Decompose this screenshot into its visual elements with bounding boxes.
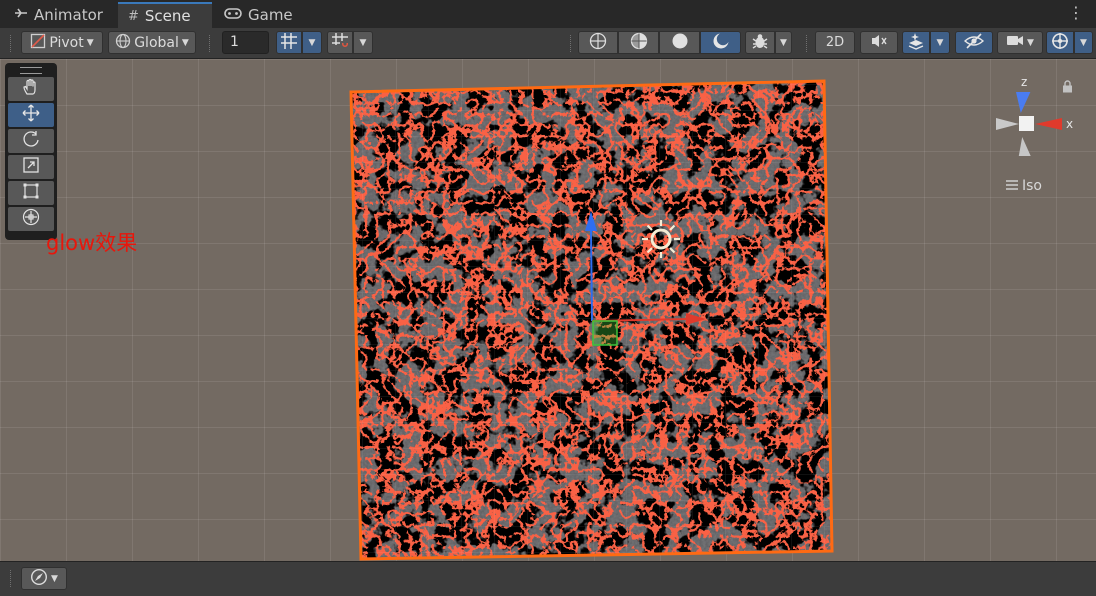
magnet-grid-icon	[331, 32, 349, 54]
hand-tool-button[interactable]	[8, 77, 54, 101]
chevron-down-icon: ▼	[780, 37, 787, 48]
menu-lines-icon	[1006, 178, 1018, 194]
tab-bar: Animator # Scene Game ⋮	[0, 0, 1096, 28]
tab-animator-label: Animator	[34, 6, 103, 24]
eye-crossed-icon	[963, 32, 985, 53]
toolbar-grip[interactable]	[10, 570, 13, 587]
grid-size-input[interactable]: 1	[222, 31, 269, 54]
move-arrows-icon	[22, 104, 40, 126]
camera-settings-dropdown[interactable]: ▼	[997, 31, 1043, 54]
bug-icon	[751, 32, 769, 54]
mode-2d-label: 2D	[825, 35, 845, 50]
chevron-down-icon: ▼	[181, 37, 189, 48]
tab-scene[interactable]: # Scene	[118, 2, 212, 28]
chevron-down-icon: ▼	[51, 573, 58, 584]
effects-layers-icon	[907, 32, 925, 54]
terrain-object[interactable]	[0, 59, 1096, 561]
scene-viewport[interactable]: glow效果 z x Iso	[0, 59, 1096, 561]
rotate-icon	[22, 130, 40, 152]
tool-palette	[5, 63, 57, 240]
speaker-muted-icon	[870, 33, 888, 53]
rotate-tool-button[interactable]	[8, 129, 54, 153]
effects-dropdown[interactable]: ▼	[930, 31, 950, 54]
gizmo-x-label: x	[1066, 117, 1073, 131]
tab-game-label: Game	[248, 6, 293, 24]
scale-icon	[22, 156, 40, 178]
effects-toggle-button[interactable]	[902, 31, 930, 54]
unlit-mode-button[interactable]	[700, 31, 741, 54]
global-dropdown[interactable]: Global ▼	[108, 31, 196, 54]
chevron-down-icon: ▼	[86, 37, 94, 48]
increment-snap-button[interactable]	[327, 31, 353, 54]
scene-toolbar: Pivot ▼ Global ▼ 1 ▼ ▼ ▼ 2D ▼ ▼ ▼	[0, 28, 1096, 59]
chevron-down-icon: ▼	[359, 37, 367, 48]
grid-snap-button[interactable]	[276, 31, 302, 54]
toolbar-grip[interactable]	[570, 35, 573, 52]
grid-snap-dropdown[interactable]: ▼	[302, 31, 322, 54]
search-draw-dropdown[interactable]: ▼	[21, 567, 67, 590]
pivot-dropdown[interactable]: Pivot ▼	[21, 31, 103, 54]
compass-icon	[30, 568, 48, 590]
palette-drag-handle[interactable]	[8, 66, 54, 75]
rect-transform-icon	[22, 182, 40, 204]
debug-draw-mode-button[interactable]	[745, 31, 775, 54]
kebab-menu-icon[interactable]: ⋮	[1068, 5, 1084, 21]
unlit-sphere-icon	[712, 32, 730, 54]
gizmo-x-cone	[1035, 118, 1062, 130]
gizmo-neg-y-cone	[1018, 137, 1031, 156]
wireframe-mode-button[interactable]	[578, 31, 618, 54]
rect-tool-button[interactable]	[8, 181, 54, 205]
chevron-down-icon: ▼	[308, 37, 316, 48]
plane-handle	[592, 320, 618, 346]
chevron-down-icon: ▼	[1080, 37, 1087, 48]
toolbar-grip[interactable]	[806, 35, 809, 52]
shaded-wireframe-sphere-icon	[630, 32, 648, 54]
toolbar-grip[interactable]	[10, 35, 13, 52]
hand-icon	[22, 78, 40, 100]
transform-all-icon	[22, 208, 40, 230]
mode-2d-button[interactable]: 2D	[815, 31, 855, 54]
global-label: Global	[134, 34, 179, 51]
grid-snap-icon	[280, 32, 298, 54]
shaded-sphere-icon	[671, 32, 689, 54]
camera-icon	[1006, 34, 1024, 51]
pivot-icon	[30, 33, 46, 53]
projection-label: Iso	[1022, 178, 1042, 194]
tab-scene-label: Scene	[144, 7, 191, 25]
tab-game[interactable]: Game	[214, 2, 303, 28]
gizmos-toggle-button[interactable]	[1046, 31, 1074, 54]
globe-icon	[115, 33, 131, 53]
tab-animator[interactable]: Animator	[4, 2, 113, 28]
gamepad-icon	[224, 7, 242, 23]
gizmo-z-label: z	[1021, 77, 1027, 89]
toolbar-grip[interactable]	[209, 35, 212, 52]
gizmo-neg-x-cone	[996, 118, 1019, 130]
gizmo-sphere-icon	[1051, 32, 1069, 54]
audio-toggle-button[interactable]	[860, 31, 898, 54]
shaded-mode-button[interactable]	[659, 31, 700, 54]
projection-toggle[interactable]: Iso	[1006, 178, 1042, 194]
chevron-down-icon: ▼	[936, 37, 944, 48]
gizmo-z-cone	[1016, 92, 1031, 113]
animator-icon	[14, 7, 28, 23]
chevron-down-icon: ▼	[1027, 37, 1034, 48]
scene-grid-icon: #	[128, 8, 139, 24]
gizmos-dropdown[interactable]: ▼	[1074, 31, 1093, 54]
scale-tool-button[interactable]	[8, 155, 54, 179]
scene-visibility-button[interactable]	[955, 31, 993, 54]
move-tool-button[interactable]	[8, 103, 54, 127]
debug-draw-dropdown[interactable]: ▼	[775, 31, 792, 54]
shaded-wireframe-mode-button[interactable]	[618, 31, 659, 54]
wireframe-sphere-icon	[589, 32, 607, 54]
increment-snap-dropdown[interactable]: ▼	[353, 31, 373, 54]
pivot-label: Pivot	[49, 34, 84, 51]
lock-icon[interactable]	[1062, 80, 1073, 97]
glow-annotation: glow效果	[46, 231, 138, 255]
gizmo-center-cube	[1019, 116, 1034, 131]
bottom-overlay-bar: ▼	[0, 561, 1096, 596]
